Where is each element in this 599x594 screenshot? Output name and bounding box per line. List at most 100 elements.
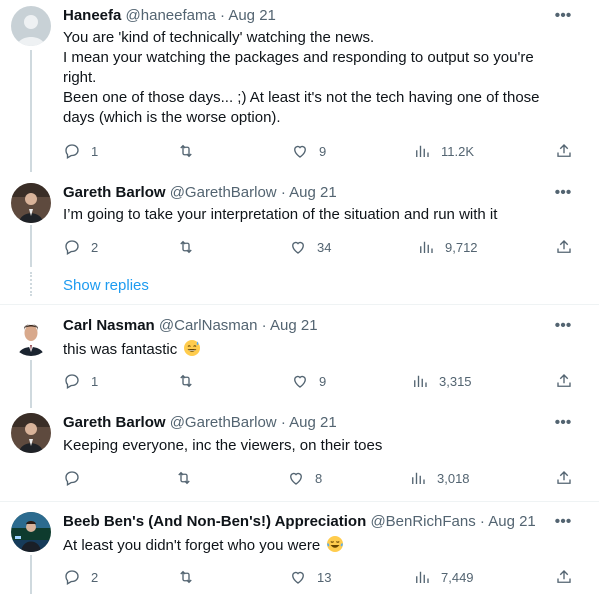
- views-button[interactable]: 11.2K: [413, 141, 474, 161]
- like-count: 9: [319, 373, 327, 389]
- timestamp[interactable]: · Aug 21: [262, 317, 318, 334]
- share-icon: [557, 471, 571, 484]
- timestamp[interactable]: · Aug 21: [281, 184, 337, 201]
- tweet-text-content: this was fantastic: [63, 341, 178, 358]
- share-icon: [557, 374, 571, 387]
- handle[interactable]: @BenRichFans: [370, 513, 475, 530]
- reply-count: 2: [91, 569, 99, 585]
- display-name[interactable]: Gareth Barlow: [63, 184, 166, 201]
- retweet-icon: [178, 471, 190, 485]
- views-count: 9,712: [445, 239, 478, 255]
- divider: [0, 501, 599, 502]
- display-name[interactable]: Gareth Barlow: [63, 414, 166, 431]
- avatar-carl-nasman[interactable]: [11, 316, 51, 356]
- share-button[interactable]: [555, 237, 573, 257]
- timestamp[interactable]: · Aug 21: [480, 513, 536, 530]
- avatar-gareth-barlow[interactable]: [11, 413, 51, 453]
- like-button[interactable]: 8: [287, 468, 322, 488]
- display-name[interactable]: Carl Nasman: [63, 317, 155, 334]
- tweet-text-line: At least you didn't forget who you were: [63, 535, 573, 559]
- tweet-text-line: Been one of those days... ;) At least it…: [63, 89, 540, 106]
- retweet-button[interactable]: [177, 141, 205, 161]
- heart-icon: [292, 571, 304, 584]
- tweet-header: Beeb Ben's (And Non-Ben's!) Appreciation…: [63, 512, 536, 532]
- share-button[interactable]: [555, 141, 573, 161]
- tweet-text-line: Keeping everyone, inc the viewers, on th…: [63, 437, 383, 454]
- timestamp[interactable]: · Aug 21: [281, 414, 337, 431]
- tweet-text: You are 'kind of technically' watching t…: [63, 28, 573, 128]
- action-bar: 2 13 7,449: [63, 567, 583, 587]
- reply-button[interactable]: 2: [63, 567, 98, 587]
- retweet-icon: [180, 144, 192, 158]
- views-button[interactable]: 7,449: [413, 567, 474, 587]
- like-button[interactable]: 34: [289, 237, 331, 257]
- views-button[interactable]: 3,018: [409, 468, 470, 488]
- reply-button[interactable]: 1: [63, 371, 98, 391]
- views-count: 3,315: [439, 373, 472, 389]
- more-options-icon[interactable]: •••: [553, 183, 573, 203]
- avatar-gareth-barlow[interactable]: [11, 183, 51, 223]
- display-name[interactable]: Haneefa: [63, 7, 121, 24]
- like-count: 9: [319, 143, 327, 159]
- retweet-icon: [180, 570, 192, 584]
- heart-icon: [292, 241, 304, 254]
- retweet-button[interactable]: [177, 567, 205, 587]
- divider: [0, 304, 599, 305]
- reply-icon: [65, 374, 79, 389]
- more-options-icon[interactable]: •••: [553, 6, 573, 26]
- views-count: 11.2K: [441, 143, 475, 159]
- like-count: 13: [317, 569, 332, 585]
- like-count: 34: [317, 239, 332, 255]
- like-button[interactable]: 9: [291, 371, 326, 391]
- retweet-button[interactable]: [175, 468, 203, 488]
- retweet-button[interactable]: [177, 237, 205, 257]
- display-name[interactable]: Beeb Ben's (And Non-Ben's!) Appreciation: [63, 513, 366, 530]
- heart-icon: [294, 375, 306, 388]
- handle[interactable]: @CarlNasman: [159, 317, 258, 334]
- more-options-icon[interactable]: •••: [553, 413, 573, 433]
- sweat-smile-emoji-icon: [183, 339, 201, 363]
- tweet-header: Carl Nasman @CarlNasman · Aug 21: [63, 316, 318, 336]
- thread-line-dotted: [30, 272, 32, 296]
- avatar-default[interactable]: [11, 6, 51, 46]
- reply-icon: [65, 471, 79, 486]
- reply-button[interactable]: 2: [63, 237, 98, 257]
- share-icon: [557, 570, 571, 583]
- handle[interactable]: @GarethBarlow: [170, 184, 277, 201]
- views-icon: [414, 375, 427, 387]
- thread-line: [30, 50, 32, 172]
- more-options-icon[interactable]: •••: [553, 316, 573, 336]
- share-button[interactable]: [555, 371, 573, 391]
- share-icon: [557, 240, 571, 253]
- tweet-text-line: I mean your watching the packages and re…: [63, 49, 534, 66]
- avatar-beeb-bens-appreciation[interactable]: [11, 512, 51, 552]
- timestamp[interactable]: · Aug 21: [220, 7, 276, 24]
- tweet-text-line: right.: [63, 69, 97, 86]
- heart-icon: [290, 472, 302, 485]
- like-button[interactable]: 13: [289, 567, 331, 587]
- reply-button[interactable]: 1: [63, 141, 98, 161]
- views-button[interactable]: 3,315: [411, 371, 472, 391]
- tweet-header: Gareth Barlow @GarethBarlow · Aug 21: [63, 413, 337, 433]
- tweet-header: Gareth Barlow @GarethBarlow · Aug 21: [63, 183, 337, 203]
- more-options-icon[interactable]: •••: [553, 512, 573, 532]
- tweet-text: At least you didn't forget who you were: [63, 535, 573, 559]
- reply-icon: [65, 240, 79, 255]
- views-button[interactable]: 9,712: [417, 237, 478, 257]
- thread-line: [30, 555, 32, 594]
- reply-count: 1: [91, 143, 99, 159]
- show-replies-link[interactable]: Show replies: [63, 277, 149, 294]
- reply-button[interactable]: [63, 468, 91, 488]
- tweet-header: Haneefa @haneefama · Aug 21: [63, 6, 276, 26]
- like-button[interactable]: 9: [291, 141, 326, 161]
- handle[interactable]: @GarethBarlow: [170, 414, 277, 431]
- retweet-button[interactable]: [177, 371, 205, 391]
- handle[interactable]: @haneefama: [126, 7, 216, 24]
- tweet-text-line: You are 'kind of technically' watching t…: [63, 29, 375, 46]
- retweet-icon: [180, 240, 192, 254]
- action-bar: 1 9 11.2K: [63, 141, 583, 161]
- share-button[interactable]: [555, 567, 573, 587]
- views-icon: [416, 145, 429, 157]
- tweet-text-line: I’m going to take your interpretation of…: [63, 206, 498, 223]
- share-button[interactable]: [555, 468, 573, 488]
